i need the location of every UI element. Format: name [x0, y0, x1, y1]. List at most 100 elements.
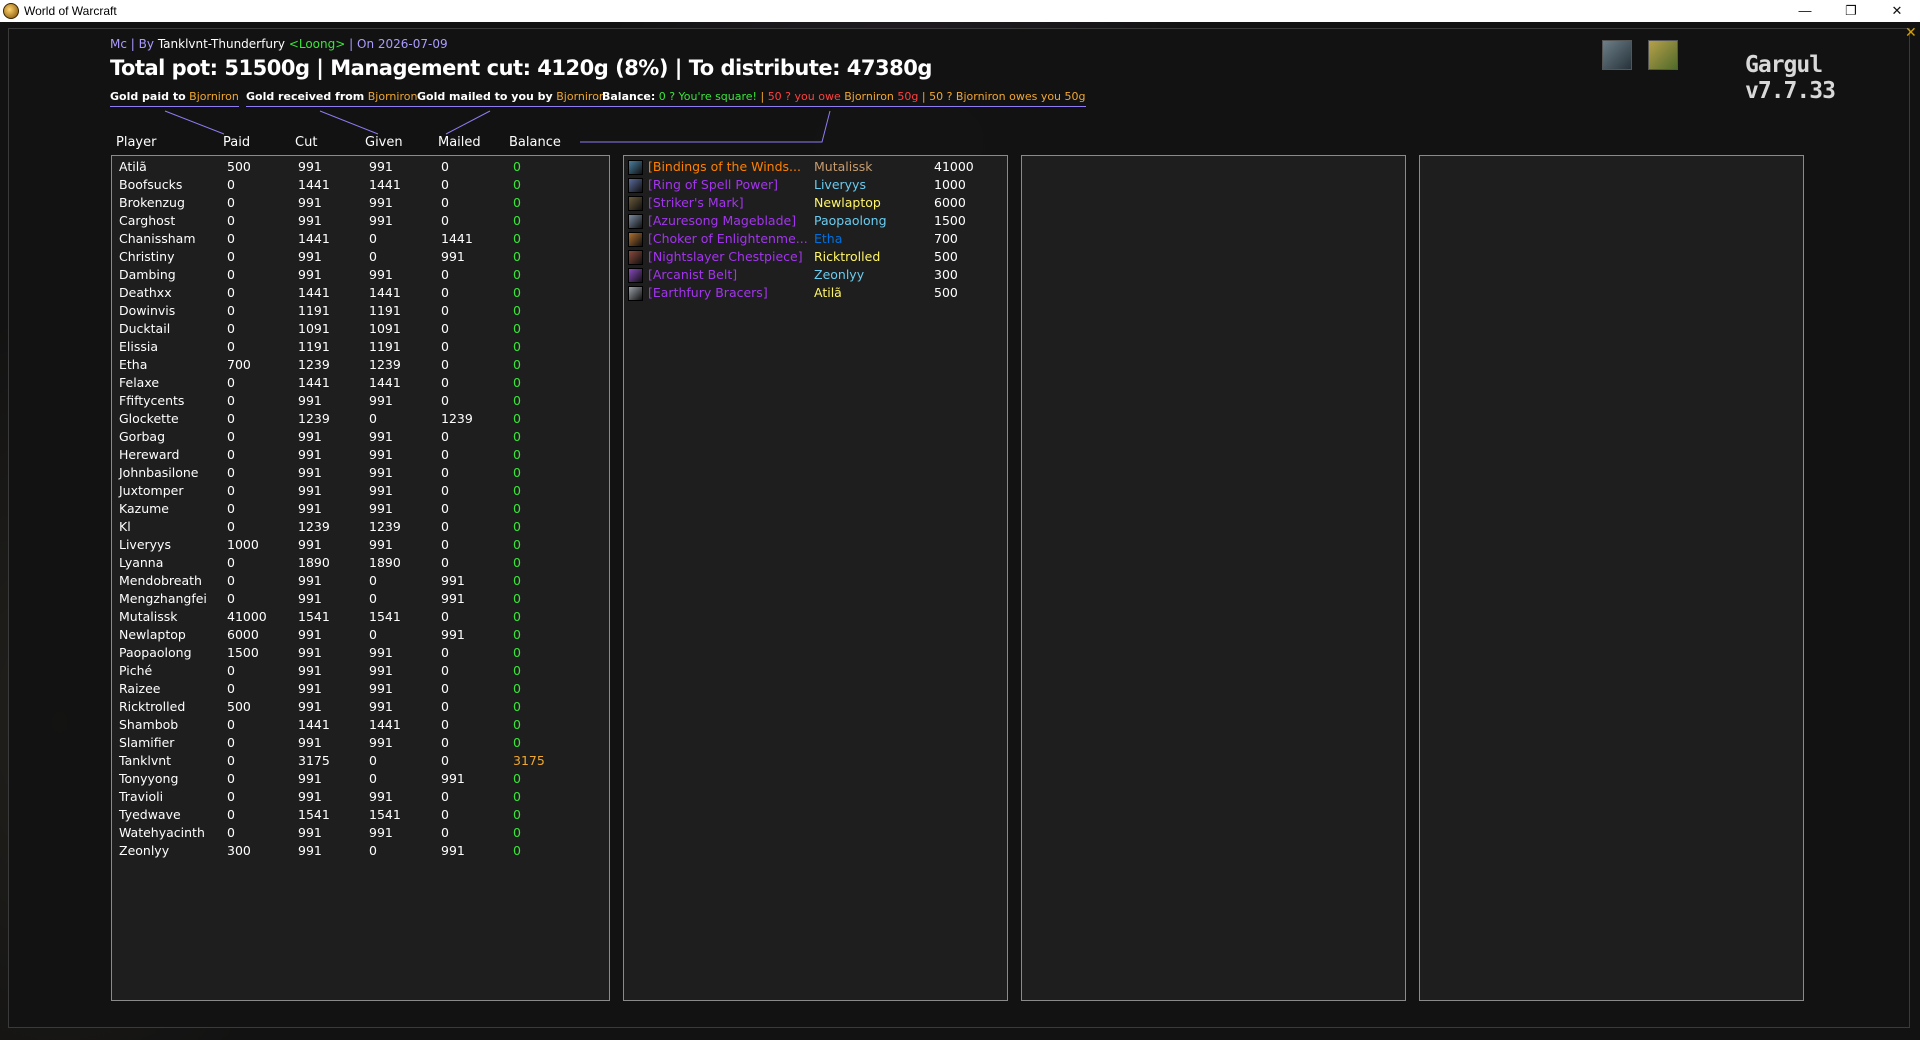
balance-cell: 0 — [513, 231, 521, 246]
table-row[interactable]: Ffiftycents 0 991 991 0 0 — [112, 393, 607, 411]
loot-row[interactable]: [Choker of Enlightenme... Etha 700 — [624, 231, 1004, 249]
given-cell: 991 — [369, 699, 393, 714]
column-header-player: Player — [116, 135, 157, 150]
minimize-button[interactable]: — — [1782, 0, 1828, 22]
table-row[interactable]: Glockette 0 1239 0 1239 0 — [112, 411, 607, 429]
close-window-button[interactable]: ✕ — [1874, 0, 1920, 22]
table-row[interactable]: Piché 0 991 991 0 0 — [112, 663, 607, 681]
cut-cell: 991 — [298, 195, 322, 210]
close-addon-button[interactable]: ✕ — [1905, 25, 1917, 41]
table-row[interactable]: Dowinvis 0 1191 1191 0 0 — [112, 303, 607, 321]
ring-icon — [628, 178, 643, 193]
table-row[interactable]: Tyedwave 0 1541 1541 0 0 — [112, 807, 607, 825]
cut-cell: 991 — [298, 699, 322, 714]
loot-row[interactable]: [Arcanist Belt] Zeonlyy 300 — [624, 267, 1004, 285]
player-name: Elissia — [119, 339, 159, 354]
table-row[interactable]: Lyanna 0 1890 1890 0 0 — [112, 555, 607, 573]
item-link[interactable]: [Bindings of the Winds... — [648, 159, 801, 174]
winner-name: Zeonlyy — [814, 267, 865, 282]
table-row[interactable]: Deathxx 0 1441 1441 0 0 — [112, 285, 607, 303]
player-name: Kl — [119, 519, 131, 534]
loot-row[interactable]: [Ring of Spell Power] Liveryys 1000 — [624, 177, 1004, 195]
player-name: Felaxe — [119, 375, 160, 390]
pot-summary: Total pot: 51500g | Management cut: 4120… — [110, 56, 932, 80]
item-link[interactable]: [Ring of Spell Power] — [648, 177, 778, 192]
paid-cell: 0 — [227, 267, 235, 282]
loot-row[interactable]: [Bindings of the Winds... Mutalissk 41000 — [624, 159, 1004, 177]
table-row[interactable]: Kazume 0 991 991 0 0 — [112, 501, 607, 519]
item-link[interactable]: [Nightslayer Chestpiece] — [648, 249, 803, 264]
balance-cell: 0 — [513, 303, 521, 318]
table-row[interactable]: Tonyyong 0 991 0 991 0 — [112, 771, 607, 789]
cut-cell: 991 — [298, 627, 322, 642]
table-row[interactable]: Gorbag 0 991 991 0 0 — [112, 429, 607, 447]
table-row[interactable]: Hereward 0 991 991 0 0 — [112, 447, 607, 465]
balance-cell: 0 — [513, 555, 521, 570]
table-row[interactable]: Boofsucks 0 1441 1441 0 0 — [112, 177, 607, 195]
minimap-button-icon[interactable] — [1602, 40, 1632, 70]
mailed-cell: 0 — [441, 177, 449, 192]
table-row[interactable]: Carghost 0 991 991 0 0 — [112, 213, 607, 231]
table-row[interactable]: Mengzhangfei 0 991 0 991 0 — [112, 591, 607, 609]
balance-cell: 0 — [513, 429, 521, 444]
table-row[interactable]: Dambing 0 991 991 0 0 — [112, 267, 607, 285]
table-row[interactable]: Slamifier 0 991 991 0 0 — [112, 735, 607, 753]
given-cell: 991 — [369, 465, 393, 480]
table-row[interactable]: Brokenzug 0 991 991 0 0 — [112, 195, 607, 213]
table-row[interactable]: Elissia 0 1191 1191 0 0 — [112, 339, 607, 357]
balance-cell: 0 — [513, 465, 521, 480]
restore-button[interactable]: ❐ — [1828, 0, 1874, 22]
cut-cell: 1441 — [298, 285, 330, 300]
balance-cell: 0 — [513, 447, 521, 462]
legend-balance-label: Balance: — [602, 90, 656, 103]
cut-cell: 991 — [298, 213, 322, 228]
table-row[interactable]: Shambob 0 1441 1441 0 0 — [112, 717, 607, 735]
table-row[interactable]: Travioli 0 991 991 0 0 — [112, 789, 607, 807]
table-row[interactable]: Newlaptop 6000 991 0 991 0 — [112, 627, 607, 645]
column-header-balance: Balance — [509, 135, 561, 150]
mailed-cell: 0 — [441, 321, 449, 336]
item-link[interactable]: [Arcanist Belt] — [648, 267, 737, 282]
cut-cell: 991 — [298, 573, 322, 588]
table-row[interactable]: Liveryys 1000 991 991 0 0 — [112, 537, 607, 555]
empty-panel — [1021, 155, 1406, 1001]
given-cell: 1191 — [369, 339, 401, 354]
balance-cell: 0 — [513, 285, 521, 300]
table-row[interactable]: Felaxe 0 1441 1441 0 0 — [112, 375, 607, 393]
item-link[interactable]: [Choker of Enlightenme... — [648, 231, 808, 246]
loot-row[interactable]: [Striker's Mark] Newlaptop 6000 — [624, 195, 1004, 213]
table-row[interactable]: Etha 700 1239 1239 0 0 — [112, 357, 607, 375]
cut-cell: 1239 — [298, 411, 330, 426]
table-row[interactable]: Tanklvnt 0 3175 0 0 3175 — [112, 753, 607, 771]
item-link[interactable]: [Earthfury Bracers] — [648, 285, 768, 300]
table-row[interactable]: Watehyacinth 0 991 991 0 0 — [112, 825, 607, 843]
table-row[interactable]: Paopaolong 1500 991 991 0 0 — [112, 645, 607, 663]
table-row[interactable]: Ducktail 0 1091 1091 0 0 — [112, 321, 607, 339]
cut-cell: 991 — [298, 681, 322, 696]
table-row[interactable]: Chanissham 0 1441 0 1441 0 — [112, 231, 607, 249]
table-row[interactable]: Mutalissk 41000 1541 1541 0 0 — [112, 609, 607, 627]
cut-cell: 1541 — [298, 609, 330, 624]
mailed-cell: 0 — [441, 465, 449, 480]
table-row[interactable]: Kl 0 1239 1239 0 0 — [112, 519, 607, 537]
loot-row[interactable]: [Earthfury Bracers] Atilã 500 — [624, 285, 1004, 303]
table-row[interactable]: Johnbasilone 0 991 991 0 0 — [112, 465, 607, 483]
given-cell: 0 — [369, 843, 377, 858]
item-link[interactable]: [Azuresong Mageblade] — [648, 213, 796, 228]
belt-icon — [628, 268, 643, 283]
table-row[interactable]: Juxtomper 0 991 991 0 0 — [112, 483, 607, 501]
table-row[interactable]: Atilã 500 991 991 0 0 — [112, 159, 607, 177]
player-name: Zeonlyy — [119, 843, 170, 858]
item-link[interactable]: [Striker's Mark] — [648, 195, 744, 210]
table-row[interactable]: Mendobreath 0 991 0 991 0 — [112, 573, 607, 591]
table-row[interactable]: Ricktrolled 500 991 991 0 0 — [112, 699, 607, 717]
loot-row[interactable]: [Azuresong Mageblade] Paopaolong 1500 — [624, 213, 1004, 231]
table-row[interactable]: Zeonlyy 300 991 0 991 0 — [112, 843, 607, 861]
player-name: Brokenzug — [119, 195, 185, 210]
necklace-icon — [628, 232, 643, 247]
loot-row[interactable]: [Nightslayer Chestpiece] Ricktrolled 500 — [624, 249, 1004, 267]
balance-cell: 0 — [513, 411, 521, 426]
table-row[interactable]: Christiny 0 991 0 991 0 — [112, 249, 607, 267]
minimap-button-icon[interactable] — [1648, 40, 1678, 70]
table-row[interactable]: Raizee 0 991 991 0 0 — [112, 681, 607, 699]
